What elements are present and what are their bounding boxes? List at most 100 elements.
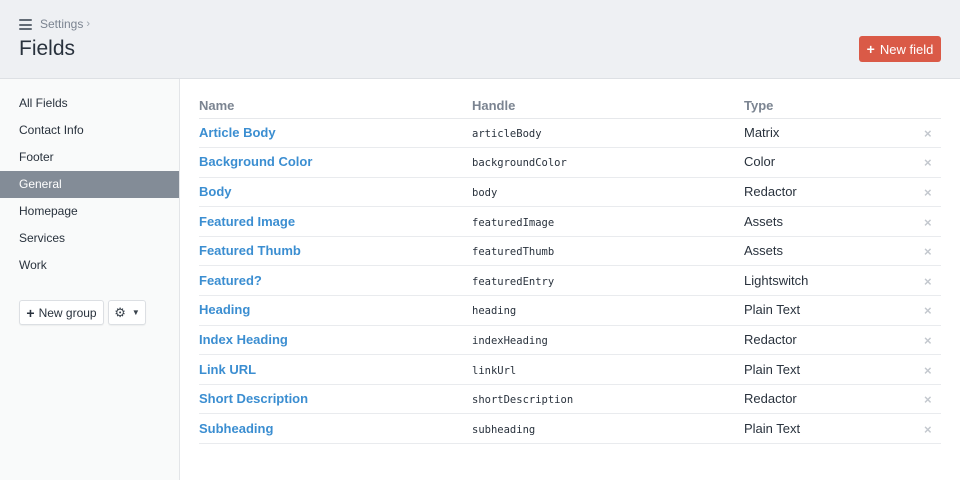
sidebar-item-contact-info[interactable]: Contact Info xyxy=(0,117,179,144)
field-handle-cell: linkUrl xyxy=(472,354,744,385)
table-row: Short Description shortDescription Redacto… xyxy=(199,384,941,415)
field-name-cell: Featured Image xyxy=(199,206,472,237)
menu-icon[interactable] xyxy=(19,19,32,30)
sidebar-item-footer[interactable]: Footer xyxy=(0,144,179,171)
delete-icon[interactable]: × xyxy=(924,212,932,230)
delete-icon[interactable]: × xyxy=(924,389,932,407)
page-header: Settings › Fields + New field xyxy=(0,0,960,79)
field-type: Assets xyxy=(744,243,784,259)
field-handle: indexHeading xyxy=(472,334,548,347)
field-type-cell: Redactor xyxy=(744,177,924,208)
delete-icon[interactable]: × xyxy=(924,241,932,259)
delete-icon[interactable]: × xyxy=(924,271,932,289)
table-row: Body body Redactor × xyxy=(199,177,941,208)
sidebar-item-homepage[interactable]: Homepage xyxy=(0,198,179,225)
new-field-button[interactable]: + New field xyxy=(859,36,941,62)
delete-icon[interactable]: × xyxy=(924,300,932,318)
field-type-cell: Redactor xyxy=(744,325,924,356)
field-type: Matrix xyxy=(744,124,780,140)
field-name-cell: Heading xyxy=(199,295,472,326)
field-name-link[interactable]: Background Color xyxy=(199,154,312,169)
field-name-link[interactable]: Featured Image xyxy=(199,214,295,229)
new-field-label: New field xyxy=(879,41,934,57)
field-name-cell: Body xyxy=(199,177,472,208)
field-name-link[interactable]: Link URL xyxy=(199,362,256,377)
field-type-cell: Matrix xyxy=(744,118,924,149)
field-name-link[interactable]: Short Description xyxy=(199,391,308,406)
field-handle: body xyxy=(472,186,498,199)
field-delete-cell: × xyxy=(924,118,941,149)
sidebar-item-work[interactable]: Work xyxy=(0,252,179,279)
field-delete-cell: × xyxy=(924,325,941,356)
field-delete-cell: × xyxy=(924,265,941,297)
breadcrumb-settings[interactable]: Settings xyxy=(40,17,83,31)
sidebar-item-all-fields[interactable]: All Fields xyxy=(0,90,179,117)
table-row: Featured Thumb featuredThumb Assets × xyxy=(199,236,941,267)
field-type: Redactor xyxy=(744,331,797,347)
field-type: Plain Text xyxy=(744,361,801,377)
field-name-cell: Index Heading xyxy=(199,325,472,356)
field-type: Redactor xyxy=(744,183,797,199)
field-name-cell: Link URL xyxy=(199,354,472,385)
field-type: Redactor xyxy=(744,391,797,407)
field-handle-cell: shortDescription xyxy=(472,384,744,415)
delete-icon[interactable]: × xyxy=(924,330,932,348)
column-header-type[interactable]: Type xyxy=(744,93,924,119)
field-name-cell: Featured? xyxy=(199,265,472,297)
fields-table-body: Article Body articleBody Matrix × Background… xyxy=(199,118,941,445)
field-type-cell: Assets xyxy=(744,206,924,237)
field-type: Lightswitch xyxy=(744,272,809,288)
field-type-cell: Color xyxy=(744,147,924,178)
sidebar-item-services[interactable]: Services xyxy=(0,225,179,252)
breadcrumb: Settings › xyxy=(40,17,90,31)
field-delete-cell: × xyxy=(924,413,941,445)
delete-icon[interactable]: × xyxy=(924,152,932,170)
field-name-link[interactable]: Index Heading xyxy=(199,332,288,347)
field-handle: articleBody xyxy=(472,127,542,140)
field-name-link[interactable]: Body xyxy=(199,184,232,199)
field-handle-cell: articleBody xyxy=(472,118,744,149)
field-delete-cell: × xyxy=(924,177,941,208)
field-handle-cell: indexHeading xyxy=(472,325,744,356)
delete-icon[interactable]: × xyxy=(924,182,932,200)
field-delete-cell: × xyxy=(924,354,941,385)
column-header-name[interactable]: Name xyxy=(199,93,472,119)
fields-table: Name Handle Type Article Body articleBody… xyxy=(199,93,941,445)
field-type-cell: Assets xyxy=(744,236,924,267)
delete-icon[interactable]: × xyxy=(924,123,932,141)
table-row: Article Body articleBody Matrix × xyxy=(199,118,941,149)
column-header-handle[interactable]: Handle xyxy=(472,93,744,119)
field-type: Plain Text xyxy=(744,420,801,436)
field-handle-cell: featuredImage xyxy=(472,206,744,237)
table-row: Subheading subheading Plain Text × xyxy=(199,413,941,445)
field-handle-cell: featuredThumb xyxy=(472,236,744,267)
field-name-link[interactable]: Heading xyxy=(199,302,250,317)
group-settings-button[interactable]: ⚙ ▼ xyxy=(108,300,146,325)
field-handle: featuredThumb xyxy=(472,246,555,259)
sidebar-item-general[interactable]: General xyxy=(0,171,179,198)
delete-icon[interactable]: × xyxy=(924,419,932,437)
field-name-cell: Subheading xyxy=(199,413,472,445)
new-group-button[interactable]: + New group xyxy=(19,300,104,325)
field-type: Assets xyxy=(744,213,784,229)
table-row: Featured Image featuredImage Assets × xyxy=(199,206,941,237)
field-name-cell: Short Description xyxy=(199,384,472,415)
field-type-cell: Redactor xyxy=(744,384,924,415)
field-type-cell: Plain Text xyxy=(744,295,924,326)
field-delete-cell: × xyxy=(924,384,941,415)
field-handle: featuredEntry xyxy=(472,275,555,288)
field-name-link[interactable]: Subheading xyxy=(199,421,273,436)
table-header-row: Name Handle Type xyxy=(199,93,941,119)
field-delete-cell: × xyxy=(924,236,941,267)
sidebar: All Fields Contact Info Footer General Homep… xyxy=(0,79,180,480)
field-type: Color xyxy=(744,154,776,170)
field-name-link[interactable]: Featured? xyxy=(199,273,262,288)
field-name-link[interactable]: Article Body xyxy=(199,125,276,140)
field-delete-cell: × xyxy=(924,147,941,178)
chevron-right-icon: › xyxy=(86,18,91,30)
field-name-link[interactable]: Featured Thumb xyxy=(199,243,301,258)
field-handle-cell: subheading xyxy=(472,413,744,445)
field-handle: backgroundColor xyxy=(472,157,567,170)
delete-icon[interactable]: × xyxy=(924,360,932,378)
field-type-cell: Plain Text xyxy=(744,354,924,385)
